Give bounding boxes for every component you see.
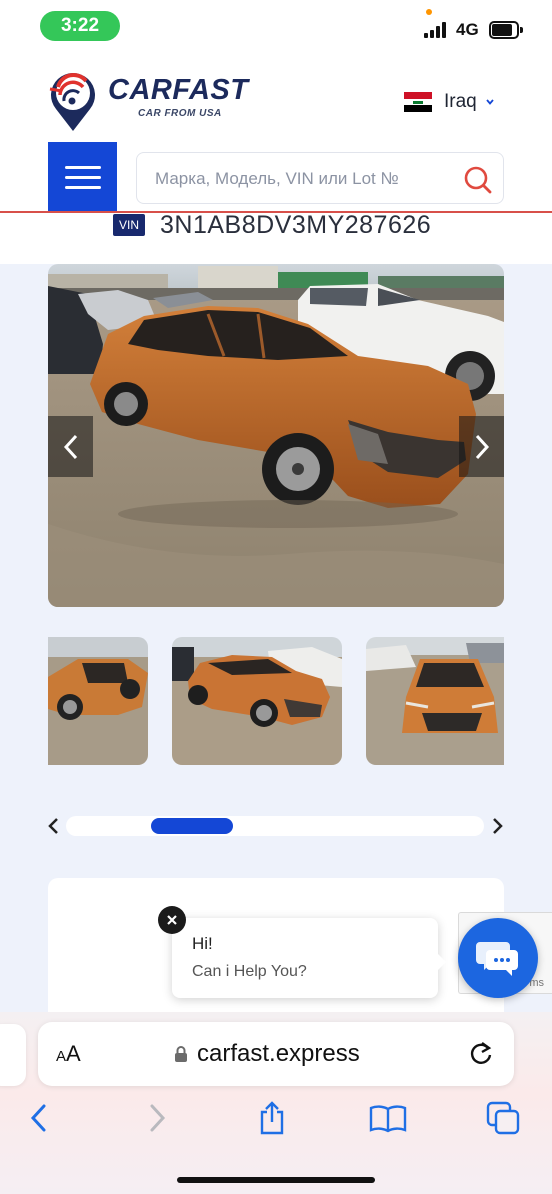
main-vehicle-photo[interactable] xyxy=(48,264,504,607)
address-bar[interactable]: AA carfast.express xyxy=(38,1022,514,1086)
forward-arrow-icon xyxy=(150,1104,166,1132)
search-icon[interactable] xyxy=(463,165,493,195)
vehicle-photo-image xyxy=(48,264,504,607)
battery-icon xyxy=(489,21,523,39)
search-bar-row xyxy=(0,142,552,214)
gallery-thumbnail[interactable] xyxy=(172,637,342,765)
chevron-left-icon xyxy=(63,434,77,459)
bookmarks-book-icon xyxy=(369,1105,407,1133)
thumbnail-image xyxy=(172,637,342,765)
url-display[interactable]: carfast.express xyxy=(174,1040,360,1068)
chat-launcher-button[interactable] xyxy=(458,918,538,998)
clock-pill[interactable]: 3:22 xyxy=(40,11,120,41)
brand-name[interactable]: CARFAST xyxy=(108,74,248,107)
carfast-logo-icon[interactable] xyxy=(46,69,100,133)
chat-prompt: Can i Help You? xyxy=(192,963,307,980)
search-input[interactable] xyxy=(155,166,445,192)
browser-back-button[interactable] xyxy=(22,1100,56,1136)
back-arrow-icon xyxy=(30,1104,46,1132)
country-selector[interactable]: Iraq xyxy=(404,90,495,114)
close-icon xyxy=(167,915,177,925)
chat-invite-bubble[interactable]: Hi! Can i Help You? xyxy=(172,918,446,998)
cellular-signal-icon xyxy=(424,22,448,38)
gallery-thumbnail[interactable] xyxy=(366,637,504,765)
url-text: carfast.express xyxy=(197,1040,360,1067)
reload-icon[interactable] xyxy=(468,1040,494,1068)
chevron-down-icon xyxy=(486,99,494,105)
network-type: 4G xyxy=(456,20,479,39)
browser-share-button[interactable] xyxy=(255,1100,289,1136)
reader-mode-button[interactable]: AA xyxy=(56,1041,81,1067)
thumbnail-image xyxy=(48,637,148,765)
browser-bookmarks-button[interactable] xyxy=(368,1100,408,1136)
gallery-thumbnail[interactable] xyxy=(48,637,148,765)
previous-tab-peek[interactable] xyxy=(0,1024,26,1086)
lock-icon xyxy=(175,1046,187,1062)
site-header: CARFAST CAR FROM USA Iraq xyxy=(0,54,552,142)
vin-badge: VIN xyxy=(113,214,145,236)
chat-greeting: Hi! xyxy=(192,934,213,953)
tabs-icon xyxy=(486,1101,520,1135)
previous-photo-button[interactable] xyxy=(48,416,93,477)
vin-number: 3N1AB8DV3MY287626 xyxy=(160,211,432,239)
slider-prev-arrow-icon[interactable] xyxy=(46,816,62,836)
browser-tabs-button[interactable] xyxy=(486,1100,520,1136)
country-label: Iraq xyxy=(444,91,477,112)
slider-next-arrow-icon[interactable] xyxy=(489,816,505,836)
status-bar: 3:22 4G xyxy=(0,0,552,54)
chat-close-button[interactable] xyxy=(158,906,186,934)
brand-tagline: CAR FROM USA xyxy=(138,108,222,119)
gallery-scroll-thumb[interactable] xyxy=(151,818,233,834)
next-photo-button[interactable] xyxy=(459,416,504,477)
search-box xyxy=(136,152,504,204)
gallery-scroll-track[interactable] xyxy=(66,816,484,836)
reader-mode-small-a: A xyxy=(56,1048,67,1065)
privacy-indicator-dot xyxy=(426,9,432,15)
reader-mode-large-a: A xyxy=(66,1041,81,1066)
home-indicator[interactable] xyxy=(177,1177,375,1183)
thumbnail-image xyxy=(366,637,504,765)
share-icon xyxy=(260,1101,284,1135)
hamburger-menu-button[interactable] xyxy=(48,142,117,213)
vin-row: VIN 3N1AB8DV3MY287626 xyxy=(0,211,552,264)
chat-icon xyxy=(476,942,518,976)
browser-forward-button[interactable] xyxy=(140,1100,174,1136)
iraq-flag-icon xyxy=(404,92,432,113)
chevron-right-icon xyxy=(475,434,489,459)
